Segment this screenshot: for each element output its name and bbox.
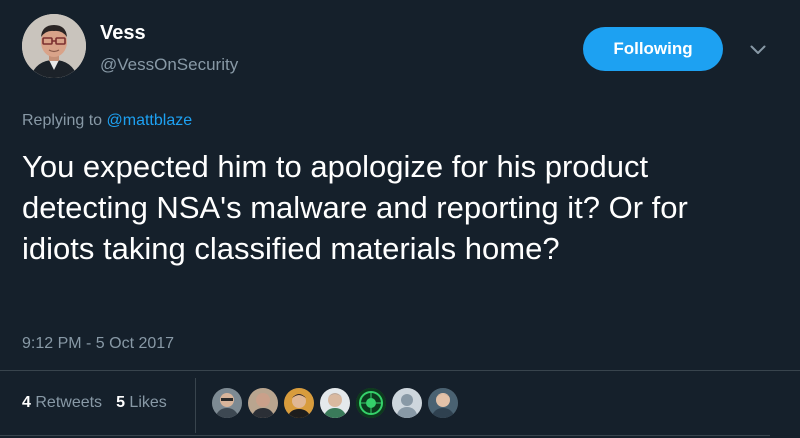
liker-avatar[interactable]	[248, 388, 278, 418]
liker-avatar[interactable]	[392, 388, 422, 418]
following-button[interactable]: Following	[583, 27, 723, 71]
liker-avatar[interactable]	[320, 388, 350, 418]
liker-avatar[interactable]	[356, 388, 386, 418]
author-name[interactable]: Vess	[100, 22, 146, 45]
likes-label: Likes	[129, 394, 167, 411]
likes-count: 5	[116, 394, 125, 411]
likes-stat[interactable]: 5 Likes	[116, 394, 167, 411]
liker-avatar[interactable]	[212, 388, 242, 418]
chevron-down-icon[interactable]	[746, 38, 770, 62]
author-handle[interactable]: @VessOnSecurity	[100, 55, 238, 75]
tweet-timestamp[interactable]: 9:12 PM - 5 Oct 2017	[22, 335, 174, 353]
replying-prefix: Replying to	[22, 112, 103, 129]
replying-mention-link[interactable]: @mattblaze	[107, 112, 193, 129]
author-avatar[interactable]	[22, 14, 86, 78]
stats-separator	[195, 378, 196, 433]
replying-to-line: Replying to @mattblaze	[22, 112, 192, 130]
divider	[0, 435, 770, 436]
retweets-count: 4	[22, 394, 31, 411]
retweets-stat[interactable]: 4 Retweets	[22, 394, 102, 411]
liker-avatar[interactable]	[284, 388, 314, 418]
retweets-label: Retweets	[35, 394, 103, 411]
liker-avatar[interactable]	[428, 388, 458, 418]
tweet-stats: 4 Retweets 5 Likes	[22, 394, 167, 412]
divider	[0, 370, 800, 371]
likers-avatar-list	[212, 388, 458, 418]
tweet-text: You expected him to apologize for his pr…	[22, 149, 688, 266]
